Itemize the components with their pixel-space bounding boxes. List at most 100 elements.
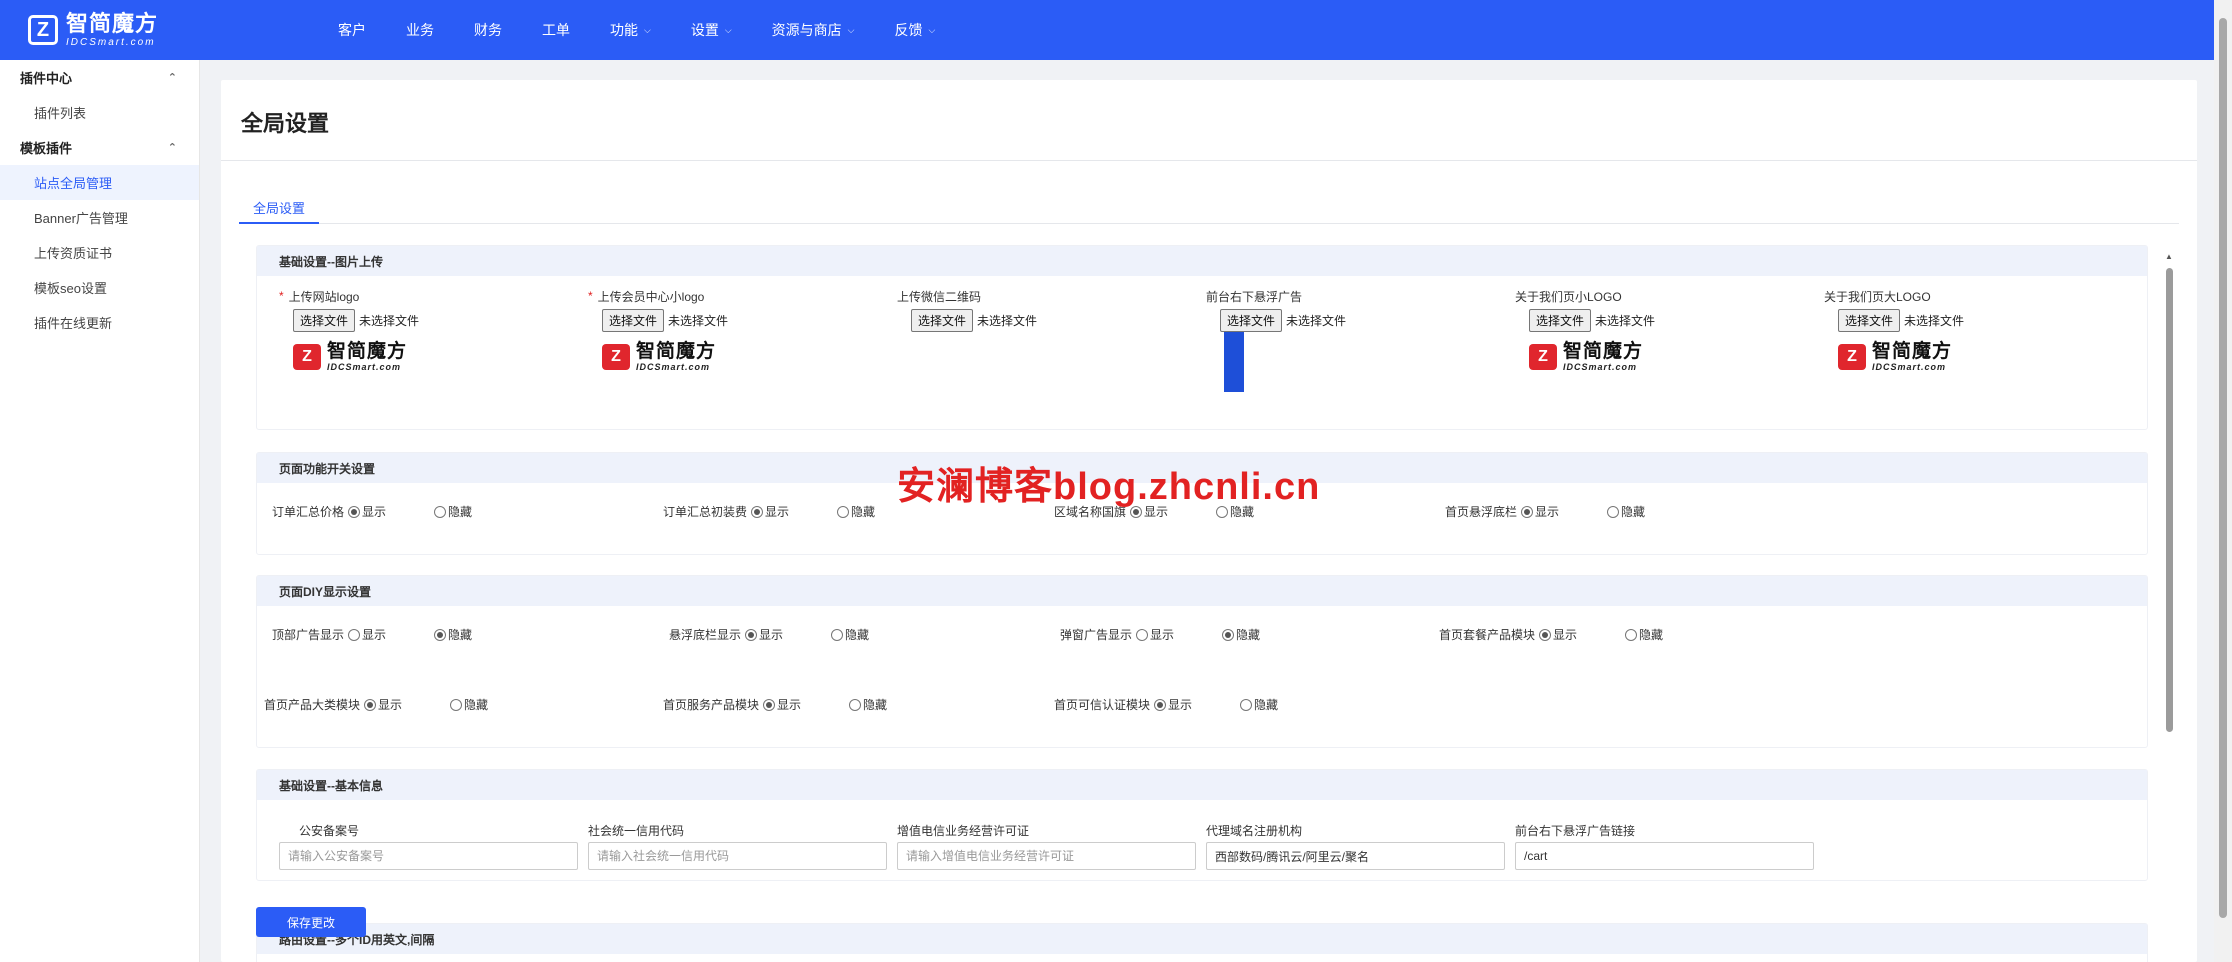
radio-show[interactable]: 显示 bbox=[1521, 503, 1559, 520]
sidebar: 插件中心 ⌃ 插件列表 模板插件 ⌃ 站点全局管理 Banner广告管理 上传资… bbox=[0, 60, 200, 962]
radio-hide[interactable]: 隐藏 bbox=[837, 503, 875, 520]
diy-row: 首页套餐产品模块 显示 隐藏 bbox=[1439, 626, 1711, 643]
sidebar-item-plugin-update[interactable]: 插件在线更新 bbox=[0, 305, 199, 340]
sidebar-group-plugin-center[interactable]: 插件中心 ⌃ bbox=[0, 60, 199, 95]
chevron-down-icon: ⌵ bbox=[644, 24, 651, 35]
content-scrollbar[interactable]: ▲ bbox=[2163, 252, 2175, 942]
brand-mark-icon: Z bbox=[28, 15, 58, 45]
nav-settings[interactable]: 设置 ⌵ bbox=[671, 0, 752, 60]
diy-label: 首页套餐产品模块 bbox=[1439, 628, 1536, 642]
radio-show[interactable]: 显示 bbox=[348, 503, 386, 520]
main-content: 全局设置 全局设置 基础设置--图片上传 * 上传网站logo 选择文件 未选择文件… bbox=[221, 80, 2197, 962]
scrollbar-thumb[interactable] bbox=[2166, 268, 2173, 732]
choose-file-button[interactable]: 选择文件 bbox=[1529, 309, 1592, 332]
brand-mark-icon: Z bbox=[1529, 344, 1557, 370]
sidebar-item-plugin-list[interactable]: 插件列表 bbox=[0, 95, 199, 130]
logo-preview-cn: 智简魔方 bbox=[1563, 341, 1644, 362]
brand-logo[interactable]: Z 智简魔方 IDCSmart.com bbox=[0, 12, 318, 48]
sidebar-item-upload-certs[interactable]: 上传资质证书 bbox=[0, 235, 199, 270]
radio-icon bbox=[1607, 505, 1620, 518]
police-record-input[interactable] bbox=[279, 842, 578, 870]
radio-show[interactable]: 显示 bbox=[348, 626, 386, 643]
page-scrollbar-thumb[interactable] bbox=[2219, 18, 2227, 918]
choose-file-button[interactable]: 选择文件 bbox=[293, 309, 356, 332]
radio-label: 隐藏 bbox=[1621, 505, 1646, 519]
radio-hide[interactable]: 隐藏 bbox=[1625, 626, 1663, 643]
nav-label: 反馈 bbox=[894, 22, 923, 38]
nav-label: 功能 bbox=[610, 22, 638, 38]
radio-hide[interactable]: 隐藏 bbox=[450, 696, 488, 713]
radio-hide[interactable]: 隐藏 bbox=[849, 696, 887, 713]
sidebar-item-banner-ads[interactable]: Banner广告管理 bbox=[0, 200, 199, 235]
chevron-down-icon: ⌵ bbox=[724, 24, 732, 35]
telecom-license-input[interactable] bbox=[897, 842, 1196, 870]
credit-code-input[interactable] bbox=[588, 842, 887, 870]
required-mark: * bbox=[588, 289, 593, 303]
radio-show[interactable]: 显示 bbox=[364, 696, 402, 713]
radio-hide[interactable]: 隐藏 bbox=[434, 626, 472, 643]
radio-label: 显示 bbox=[777, 698, 802, 712]
scroll-up-icon[interactable]: ▲ bbox=[2164, 252, 2174, 262]
radio-label: 隐藏 bbox=[448, 505, 473, 519]
nav-feedback[interactable]: 反馈 ⌵ bbox=[874, 0, 955, 60]
radio-icon bbox=[751, 505, 764, 518]
choose-file-button[interactable]: 选择文件 bbox=[1838, 309, 1901, 332]
switch-label: 首页悬浮底栏 bbox=[1445, 505, 1518, 519]
logo-preview: Z 智简魔方 IDCSmart.com bbox=[602, 342, 888, 372]
radio-icon bbox=[837, 505, 850, 518]
upload-field-about-large-logo: 关于我们页大LOGO 选择文件 未选择文件 Z 智简魔方 IDCSmart.com bbox=[1824, 288, 2124, 372]
diy-label: 首页可信认证模块 bbox=[1054, 698, 1151, 712]
upload-section: 基础设置--图片上传 * 上传网站logo 选择文件 未选择文件 Z 智简魔方 IDC… bbox=[256, 245, 2148, 430]
sidebar-item-site-global[interactable]: 站点全局管理 bbox=[0, 165, 199, 200]
choose-file-button[interactable]: 选择文件 bbox=[1220, 309, 1283, 332]
radio-label: 显示 bbox=[759, 628, 784, 642]
sidebar-item-template-seo[interactable]: 模板seo设置 bbox=[0, 270, 199, 305]
radio-icon bbox=[1154, 698, 1167, 711]
nav-finance[interactable]: 财务 bbox=[454, 0, 522, 60]
logo-preview-en: IDCSmart.com bbox=[327, 362, 402, 372]
diy-label: 首页产品大类模块 bbox=[264, 698, 361, 712]
nav-resources-store[interactable]: 资源与商店 ⌵ bbox=[752, 0, 875, 60]
section-title: 页面DIY显示设置 bbox=[257, 576, 2147, 606]
radio-show[interactable]: 显示 bbox=[763, 696, 801, 713]
upload-field-float-ad: 前台右下悬浮广告 选择文件 未选择文件 bbox=[1206, 288, 1506, 392]
file-status: 未选择文件 bbox=[668, 314, 729, 328]
diy-row: 首页产品大类模块 显示 隐藏 bbox=[264, 696, 536, 713]
nav-features[interactable]: 功能 ⌵ bbox=[590, 0, 671, 60]
brand-mark-icon: Z bbox=[602, 344, 630, 370]
radio-hide[interactable]: 隐藏 bbox=[1240, 696, 1278, 713]
save-button[interactable]: 保存更改 bbox=[256, 907, 366, 937]
logo-preview-cn: 智简魔方 bbox=[1872, 341, 1953, 362]
choose-file-button[interactable]: 选择文件 bbox=[911, 309, 974, 332]
radio-icon bbox=[364, 698, 377, 711]
radio-icon bbox=[434, 628, 447, 641]
sidebar-group-template-plugins[interactable]: 模板插件 ⌃ bbox=[0, 130, 199, 165]
radio-show[interactable]: 显示 bbox=[1136, 626, 1174, 643]
radio-hide[interactable]: 隐藏 bbox=[434, 503, 472, 520]
float-ad-link-input[interactable] bbox=[1515, 842, 1814, 870]
radio-show[interactable]: 显示 bbox=[751, 503, 789, 520]
chevron-up-icon: ⌃ bbox=[167, 72, 177, 84]
choose-file-button[interactable]: 选择文件 bbox=[602, 309, 665, 332]
domain-registrar-input[interactable] bbox=[1206, 842, 1505, 870]
switch-row: 订单汇总价格 显示 隐藏 bbox=[272, 503, 520, 520]
field-domain-registrar: 代理域名注册机构 bbox=[1206, 822, 1505, 870]
radio-show[interactable]: 显示 bbox=[1539, 626, 1577, 643]
sidebar-item-label: 上传资质证书 bbox=[34, 246, 113, 261]
radio-hide[interactable]: 隐藏 bbox=[1607, 503, 1645, 520]
radio-hide[interactable]: 隐藏 bbox=[1222, 626, 1260, 643]
radio-label: 隐藏 bbox=[863, 698, 888, 712]
nav-business[interactable]: 业务 bbox=[386, 0, 454, 60]
logo-preview-en: IDCSmart.com bbox=[1872, 362, 1947, 372]
switch-label: 订单汇总初装费 bbox=[663, 505, 748, 519]
tab-bar: 全局设置 bbox=[239, 192, 2179, 224]
nav-tickets[interactable]: 工单 bbox=[522, 0, 590, 60]
tab-global-settings[interactable]: 全局设置 bbox=[239, 192, 320, 224]
page-title: 全局设置 bbox=[241, 111, 330, 136]
radio-hide[interactable]: 隐藏 bbox=[831, 626, 869, 643]
upload-field-member-logo: * 上传会员中心小logo 选择文件 未选择文件 Z 智简魔方 IDCSmart.co… bbox=[588, 288, 888, 372]
radio-show[interactable]: 显示 bbox=[745, 626, 783, 643]
radio-show[interactable]: 显示 bbox=[1154, 696, 1192, 713]
page-scrollbar[interactable] bbox=[2214, 0, 2232, 962]
nav-customers[interactable]: 客户 bbox=[318, 0, 386, 60]
